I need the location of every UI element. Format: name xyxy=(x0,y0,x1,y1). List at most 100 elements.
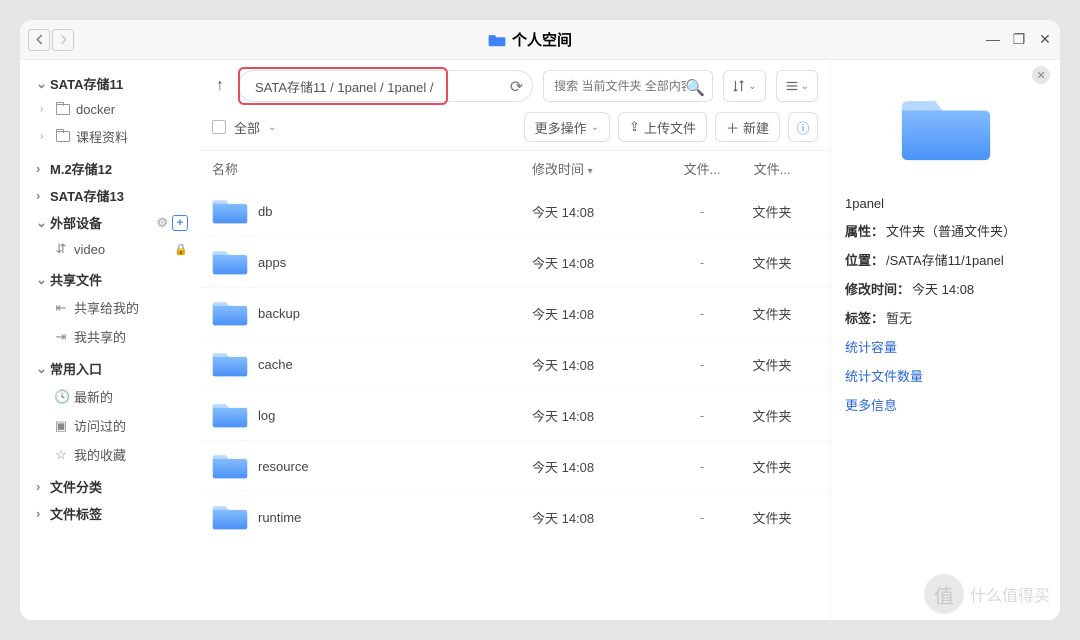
table-header: 名称 修改时间 ▾ 文件... 文件... xyxy=(200,150,830,186)
file-name: log xyxy=(258,408,532,423)
upload-button[interactable]: ⇪上传文件 xyxy=(618,112,707,142)
table-row[interactable]: apps今天 14:08-文件夹 xyxy=(200,236,830,287)
select-all-label: 全部 xyxy=(234,118,260,137)
share-in-icon: ⇤ xyxy=(54,300,68,316)
file-name: resource xyxy=(258,459,532,474)
sidebar-external-devices[interactable]: ⌄外部设备⚙+ xyxy=(30,209,194,236)
close-button[interactable]: ✕ xyxy=(1038,31,1052,48)
window-title: 个人空间 xyxy=(512,29,572,50)
table-row[interactable]: db今天 14:08-文件夹 xyxy=(200,186,830,236)
file-type: 文件夹 xyxy=(742,304,802,323)
file-type: 文件夹 xyxy=(742,457,802,476)
sidebar-volume-m2[interactable]: ›M.2存储12 xyxy=(30,155,194,182)
maximize-button[interactable]: ❐ xyxy=(1012,31,1026,48)
sidebar-item-bookmarks[interactable]: ☆我的收藏 xyxy=(30,440,194,469)
table-row[interactable]: cache今天 14:08-文件夹 xyxy=(200,338,830,389)
col-size[interactable]: 文件... xyxy=(662,159,742,178)
nav-forward-button[interactable] xyxy=(52,29,74,51)
go-up-button[interactable]: ↑ xyxy=(212,75,228,97)
view-button[interactable]: ⌄ xyxy=(776,70,818,102)
path-input-wrap: ⟳ xyxy=(238,70,533,102)
file-mtime: 今天 14:08 xyxy=(532,457,662,476)
main-content: ↑ ⟳ 🔍 ⌄ ⌄ 全部⌄ 更多操作⌄ ⇪上传文件 ＋新建 xyxy=(200,60,830,620)
clock-icon: 🕓 xyxy=(54,389,68,405)
path-input[interactable] xyxy=(238,70,533,102)
minimize-button[interactable]: — xyxy=(986,31,1000,48)
new-button[interactable]: ＋新建 xyxy=(715,112,780,142)
sidebar-item-docker[interactable]: ›docker xyxy=(30,97,194,122)
table-row[interactable]: resource今天 14:08-文件夹 xyxy=(200,440,830,491)
file-name: db xyxy=(258,204,532,219)
file-type: 文件夹 xyxy=(742,253,802,272)
sidebar-file-tags[interactable]: ›文件标签 xyxy=(30,500,194,527)
sidebar-item-courseware[interactable]: ›课程资料 xyxy=(30,122,194,151)
close-details-button[interactable]: ✕ xyxy=(1032,66,1050,84)
gear-icon[interactable]: ⚙ xyxy=(156,215,168,231)
file-type: 文件夹 xyxy=(742,406,802,425)
sort-button[interactable]: ⌄ xyxy=(723,70,765,102)
upload-icon: ⇪ xyxy=(629,119,640,135)
sidebar-shared-files[interactable]: ⌄共享文件 xyxy=(30,266,194,293)
details-panel: ✕ 1panel 属性：文件夹（普通文件夹） 位置：/SATA存储11/1pan… xyxy=(830,60,1060,620)
file-size: - xyxy=(662,510,742,525)
sidebar-item-visited[interactable]: ▣访问过的 xyxy=(30,411,194,440)
link-calc-size[interactable]: 统计容量 xyxy=(845,337,1046,356)
folder-icon xyxy=(212,400,248,430)
preview-icon xyxy=(845,72,1046,196)
sidebar: ⌄SATA存储11 ›docker ›课程资料 ›M.2存储12 ›SATA存储… xyxy=(20,60,200,620)
file-mtime: 今天 14:08 xyxy=(532,253,662,272)
sidebar-item-recent[interactable]: 🕓最新的 xyxy=(30,382,194,411)
sidebar-item-shared-to-me[interactable]: ⇤共享给我的 xyxy=(30,293,194,322)
col-name[interactable]: 名称 xyxy=(212,159,532,178)
table-row[interactable]: runtime今天 14:08-文件夹 xyxy=(200,491,830,542)
details-modified: 修改时间：今天 14:08 xyxy=(845,279,1046,298)
file-mtime: 今天 14:08 xyxy=(532,304,662,323)
file-size: - xyxy=(662,459,742,474)
star-icon: ☆ xyxy=(54,447,68,463)
file-size: - xyxy=(662,408,742,423)
file-size: - xyxy=(662,357,742,372)
file-mtime: 今天 14:08 xyxy=(532,406,662,425)
sidebar-volume-sata13[interactable]: ›SATA存储13 xyxy=(30,182,194,209)
add-device-button[interactable]: + xyxy=(172,215,188,231)
details-tags: 标签：暂无 xyxy=(845,308,1046,327)
sidebar-item-video[interactable]: ⇵video🔒 xyxy=(30,236,194,262)
details-location: 位置：/SATA存储11/1panel xyxy=(845,250,1046,269)
details-name: 1panel xyxy=(845,196,1046,211)
sidebar-volume-sata11[interactable]: ⌄SATA存储11 xyxy=(30,70,194,97)
more-operations-button[interactable]: 更多操作⌄ xyxy=(524,112,610,142)
camera-icon: ▣ xyxy=(54,418,68,434)
folder-icon xyxy=(212,247,248,277)
col-type[interactable]: 文件... xyxy=(742,159,802,178)
table-row[interactable]: log今天 14:08-文件夹 xyxy=(200,389,830,440)
file-list: db今天 14:08-文件夹apps今天 14:08-文件夹backup今天 1… xyxy=(200,186,830,620)
file-size: - xyxy=(662,204,742,219)
sidebar-file-categories[interactable]: ›文件分类 xyxy=(30,473,194,500)
file-name: backup xyxy=(258,306,532,321)
nav-back-button[interactable] xyxy=(28,29,50,51)
link-more-info[interactable]: 更多信息 xyxy=(845,395,1046,414)
select-all-checkbox[interactable] xyxy=(212,120,226,134)
folder-icon xyxy=(212,451,248,481)
file-name: cache xyxy=(258,357,532,372)
col-mtime[interactable]: 修改时间 ▾ xyxy=(532,159,662,178)
file-mtime: 今天 14:08 xyxy=(532,202,662,221)
info-button[interactable]: ⓘ xyxy=(788,112,818,142)
file-name: apps xyxy=(258,255,532,270)
lock-icon: 🔒 xyxy=(174,243,188,256)
titlebar: 个人空间 — ❐ ✕ xyxy=(20,20,1060,60)
sidebar-favorites[interactable]: ⌄常用入口 xyxy=(30,355,194,382)
sidebar-item-my-shared[interactable]: ⇥我共享的 xyxy=(30,322,194,351)
link-calc-count[interactable]: 统计文件数量 xyxy=(845,366,1046,385)
details-attribute: 属性：文件夹（普通文件夹） xyxy=(845,221,1046,240)
search-icon[interactable]: 🔍 xyxy=(685,78,705,98)
folder-icon xyxy=(488,33,506,47)
file-type: 文件夹 xyxy=(742,508,802,527)
folder-icon xyxy=(212,196,248,226)
reload-icon[interactable]: ⟳ xyxy=(510,77,523,97)
file-size: - xyxy=(662,255,742,270)
file-mtime: 今天 14:08 xyxy=(532,508,662,527)
file-name: runtime xyxy=(258,510,532,525)
folder-outline-icon xyxy=(56,131,70,142)
table-row[interactable]: backup今天 14:08-文件夹 xyxy=(200,287,830,338)
